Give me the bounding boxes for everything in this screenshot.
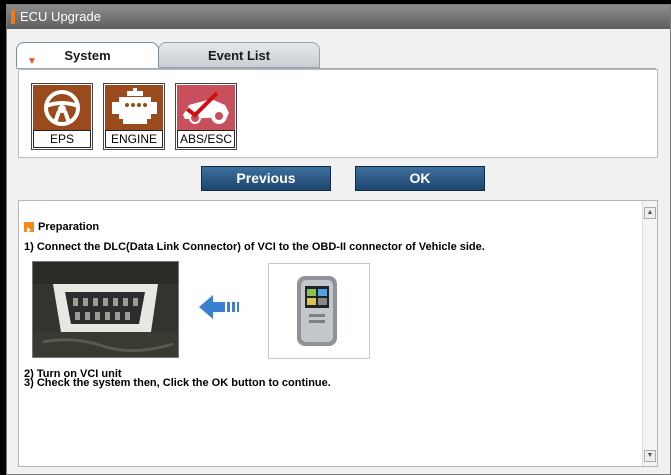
step-3-text: 3) Check the system then, Click the OK b…: [24, 377, 331, 389]
tab-label: Event List: [207, 48, 271, 63]
window-title: ECU Upgrade: [20, 9, 101, 24]
system-label: ENGINE: [105, 130, 163, 148]
title-bar: ECU Upgrade: [7, 5, 670, 29]
vci-device-image: [268, 263, 370, 359]
system-label: EPS: [33, 130, 91, 148]
bullet-arrow-icon: [24, 222, 34, 233]
ok-button[interactable]: OK: [355, 166, 485, 191]
title-accent-icon: [11, 10, 15, 24]
system-panel: EPS ENGINE ABS/ESC: [18, 69, 658, 158]
tab-event-list[interactable]: Event List: [158, 42, 320, 68]
tab-bar: ▼ System Event List: [16, 42, 656, 69]
tab-label: System: [64, 48, 111, 63]
system-label: ABS/ESC: [177, 130, 235, 148]
obd-connector-photo: [32, 261, 179, 358]
step-1-text: 1) Connect the DLC(Data Link Connector) …: [24, 241, 485, 253]
instruction-panel: Preparation 1) Connect the DLC(Data Link…: [18, 200, 658, 467]
system-tile-abs-esc[interactable]: ABS/ESC: [175, 83, 237, 150]
engine-icon: [105, 85, 163, 130]
steering-wheel-icon: [33, 85, 91, 130]
scroll-up-icon[interactable]: ▲: [644, 207, 656, 219]
vertical-scrollbar[interactable]: ▲ ▼: [642, 201, 657, 466]
tab-system[interactable]: ▼ System: [16, 42, 159, 68]
scroll-down-icon[interactable]: ▼: [644, 450, 656, 462]
preparation-heading: Preparation: [38, 221, 100, 233]
system-tile-engine[interactable]: ENGINE: [103, 83, 165, 150]
system-tile-eps[interactable]: EPS: [31, 83, 93, 150]
abs-car-icon: [177, 85, 235, 130]
previous-button[interactable]: Previous: [201, 166, 331, 191]
triangle-down-icon: ▼: [27, 56, 37, 67]
left-arrow-icon: [199, 293, 239, 321]
